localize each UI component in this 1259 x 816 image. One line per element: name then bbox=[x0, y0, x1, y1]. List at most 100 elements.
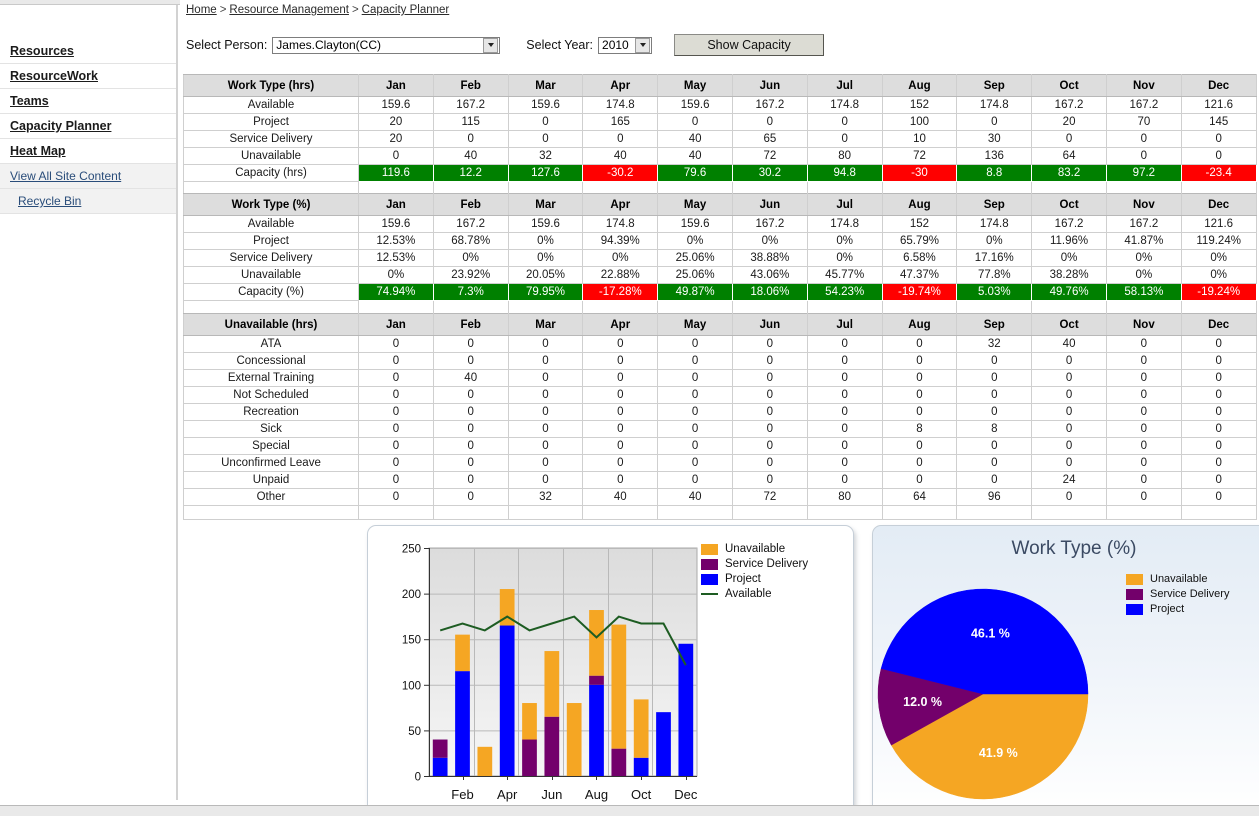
cell: 0 bbox=[1180, 471, 1257, 489]
bar-segment bbox=[477, 746, 493, 776]
row-label: Available bbox=[183, 215, 359, 233]
cell: 0 bbox=[358, 420, 434, 438]
sidebar-item-view-all-site-content[interactable]: View All Site Content bbox=[0, 164, 176, 189]
cell: 12.53% bbox=[358, 232, 434, 250]
cell: 0 bbox=[358, 403, 434, 421]
legend-item-available: Available bbox=[701, 588, 808, 600]
cell: 0% bbox=[956, 232, 1033, 250]
cell: 0 bbox=[881, 437, 958, 455]
sidebar-link-resources[interactable]: Resources bbox=[10, 44, 74, 58]
bar-segment bbox=[432, 757, 448, 776]
column-header-jul: Jul bbox=[806, 313, 883, 336]
cell: 96 bbox=[956, 488, 1033, 506]
cell: 0 bbox=[432, 471, 509, 489]
capacity-cell: 54.23% bbox=[806, 283, 883, 301]
cell: 0 bbox=[806, 335, 883, 353]
legend-swatch-unavailable bbox=[701, 543, 718, 555]
cell: 0 bbox=[582, 335, 659, 353]
cell: 152 bbox=[881, 96, 958, 114]
cell: 0 bbox=[657, 454, 733, 472]
bar-segment bbox=[455, 634, 470, 672]
capacity-cell: 119.6 bbox=[358, 164, 434, 182]
cell: 0 bbox=[507, 335, 584, 353]
sidebar-item-capacity-planner[interactable]: Capacity Planner bbox=[0, 114, 176, 139]
cell: 0 bbox=[1105, 488, 1182, 506]
cell: 0 bbox=[731, 420, 808, 438]
cell: 0% bbox=[806, 249, 883, 267]
cell: 174.8 bbox=[956, 96, 1033, 114]
breadcrumb-home[interactable]: Home bbox=[186, 4, 217, 16]
row-label: Service Delivery bbox=[183, 249, 359, 267]
cell: 0 bbox=[1180, 369, 1257, 387]
cell: 0 bbox=[1180, 386, 1257, 404]
year-select[interactable]: 2010 bbox=[598, 36, 653, 54]
cell: 0 bbox=[1031, 488, 1107, 506]
cell: 0 bbox=[1105, 369, 1182, 387]
column-header-feb: Feb bbox=[432, 193, 509, 216]
sidebar-link-resourcework[interactable]: ResourceWork bbox=[10, 69, 98, 83]
sidebar-item-resources[interactable]: Resources bbox=[0, 39, 176, 64]
sidebar-link-view-all-site-content[interactable]: View All Site Content bbox=[10, 169, 121, 183]
cell: 0 bbox=[657, 369, 733, 387]
breadcrumb: Home > Resource Management > Capacity Planne… bbox=[186, 4, 449, 16]
row-label: Project bbox=[183, 113, 359, 131]
sidebar-link-recycle-bin[interactable]: Recycle Bin bbox=[18, 194, 81, 208]
bar-segment bbox=[566, 703, 582, 776]
bar-segment bbox=[544, 716, 560, 776]
bar-segment bbox=[611, 624, 627, 749]
cell: 0 bbox=[1180, 420, 1257, 438]
cell: 43.06% bbox=[731, 266, 808, 284]
bar-segment bbox=[633, 699, 649, 758]
sidebar-item-heat-map[interactable]: Heat Map bbox=[0, 139, 176, 164]
table-row: Other 0 0 32 40 40 72 80 64 96 0 0 0 bbox=[183, 488, 1257, 506]
breadcrumb-resource-management[interactable]: Resource Management bbox=[229, 4, 349, 16]
cell: 159.6 bbox=[358, 96, 434, 114]
cell: 0 bbox=[881, 471, 958, 489]
chevron-down-icon[interactable] bbox=[635, 37, 651, 53]
row-label: Recreation bbox=[183, 403, 359, 421]
sidebar-link-teams[interactable]: Teams bbox=[10, 94, 49, 108]
capacity-cell: -30 bbox=[881, 164, 958, 182]
capacity-cell: 49.87% bbox=[657, 283, 733, 301]
row-label: ATA bbox=[183, 335, 359, 353]
capacity-cell: -19.24% bbox=[1180, 283, 1257, 301]
chevron-down-icon[interactable] bbox=[483, 37, 499, 53]
cell: 0 bbox=[731, 471, 808, 489]
sidebar-item-resourcework[interactable]: ResourceWork bbox=[0, 64, 176, 89]
cell: 0 bbox=[507, 386, 584, 404]
capacity-row: Capacity (%) 74.94% 7.3% 79.95% -17.28% 49.87… bbox=[183, 283, 1257, 301]
sidebar-item-teams[interactable]: Teams bbox=[0, 89, 176, 114]
column-header-jun: Jun bbox=[731, 313, 808, 336]
sidebar-link-capacity-planner[interactable]: Capacity Planner bbox=[10, 119, 111, 133]
cell: 65 bbox=[731, 130, 808, 148]
sidebar-item-recycle-bin[interactable]: Recycle Bin bbox=[0, 189, 176, 214]
breadcrumb-capacity-planner[interactable]: Capacity Planner bbox=[362, 4, 450, 16]
row-label: Capacity (%) bbox=[183, 283, 359, 301]
person-select[interactable]: James.Clayton(CC) bbox=[272, 36, 501, 54]
cell: 0% bbox=[1031, 249, 1107, 267]
cell: 72 bbox=[731, 488, 808, 506]
bar-segment bbox=[499, 625, 515, 776]
cell: 40 bbox=[657, 488, 733, 506]
spacer-cell bbox=[183, 505, 359, 520]
cell: 0 bbox=[1031, 352, 1107, 370]
cell: 145 bbox=[1180, 113, 1257, 131]
cell: 0 bbox=[1105, 352, 1182, 370]
cell: 0% bbox=[432, 249, 509, 267]
work-type-percent-table: Work Type (%) Jan Feb Mar Apr May Jun Ju… bbox=[183, 193, 1257, 315]
cell: 0 bbox=[1180, 130, 1257, 148]
bar-chart-legend: Unavailable Service Delivery Project Ava… bbox=[701, 543, 808, 603]
capacity-row: Capacity (hrs) 119.6 12.2 127.6 -30.2 79.6 30.… bbox=[183, 164, 1257, 182]
cell: 32 bbox=[507, 488, 584, 506]
legend-item-project: Project bbox=[701, 573, 808, 585]
show-capacity-button[interactable]: Show Capacity bbox=[674, 34, 825, 56]
cell: 0 bbox=[582, 403, 659, 421]
sidebar-link-heat-map[interactable]: Heat Map bbox=[10, 144, 66, 158]
pie-slice-label: 46.1 % bbox=[971, 627, 1010, 641]
cell: 0 bbox=[1105, 420, 1182, 438]
spacer-cell bbox=[1031, 505, 1107, 520]
cell: 30 bbox=[956, 130, 1033, 148]
column-header-nov: Nov bbox=[1105, 313, 1182, 336]
spacer-cell bbox=[1180, 505, 1257, 520]
cell: 0 bbox=[657, 420, 733, 438]
